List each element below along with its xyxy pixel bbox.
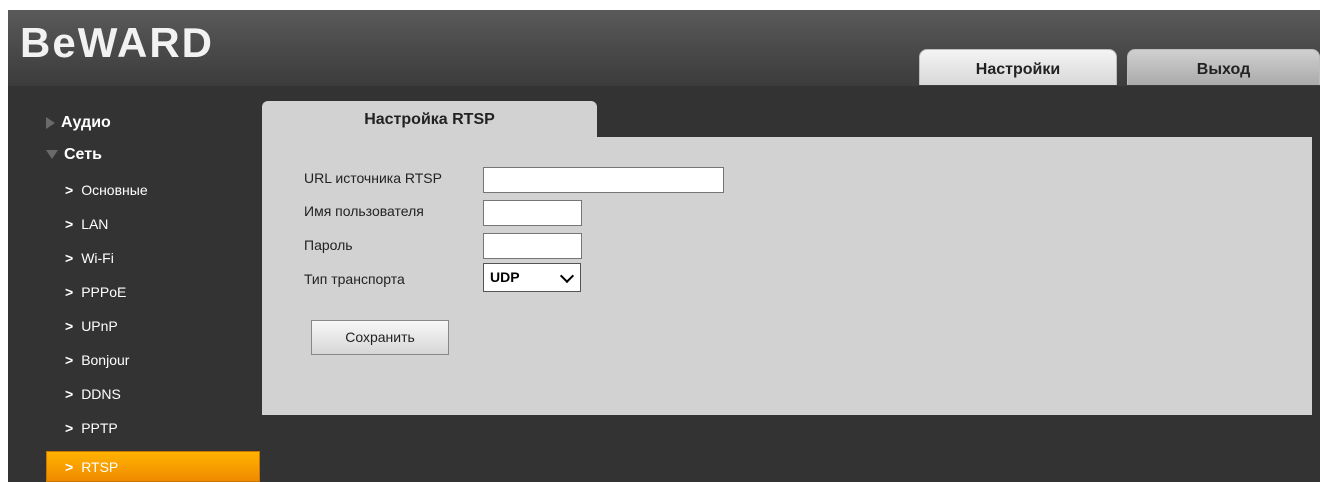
chevron-right-icon: > xyxy=(65,352,74,368)
tab-rtsp-settings[interactable]: Настройка RTSP xyxy=(262,101,597,137)
sidebar-item-lan[interactable]: > LAN xyxy=(65,216,108,232)
sidebar-item-label: LAN xyxy=(81,216,109,232)
sidebar-item-label: Основные xyxy=(81,182,148,198)
chevron-right-icon: > xyxy=(65,284,74,300)
sidebar-item-label: PPTP xyxy=(81,420,118,436)
chevron-right-icon: > xyxy=(65,182,74,198)
chevron-right-icon: > xyxy=(65,386,74,402)
transport-select[interactable]: UDP xyxy=(483,263,581,292)
collapsed-triangle-icon xyxy=(46,116,55,129)
transport-label: Тип транспорта xyxy=(304,271,405,287)
password-input[interactable] xyxy=(483,233,582,259)
beward-logo: BeWARD xyxy=(20,19,215,66)
sidebar-item-label: Bonjour xyxy=(81,352,130,368)
rtsp-url-input[interactable] xyxy=(483,167,724,193)
password-label: Пароль xyxy=(304,237,353,253)
sidebar-item-label: UPnP xyxy=(81,318,118,334)
sidebar-item-bonjour[interactable]: > Bonjour xyxy=(65,352,129,368)
tab-settings[interactable]: Настройки xyxy=(919,49,1117,85)
sidebar-item-pptp[interactable]: > PPTP xyxy=(65,420,118,436)
transport-select-value: UDP xyxy=(490,269,520,285)
sidebar-section-network[interactable]: Сеть xyxy=(46,146,102,164)
sidebar-item-pppoe[interactable]: > PPPoE xyxy=(65,284,126,300)
sidebar-item-upnp[interactable]: > UPnP xyxy=(65,318,118,334)
url-label: URL источника RTSP xyxy=(304,170,442,186)
tab-logout[interactable]: Выход xyxy=(1127,49,1320,85)
sidebar: Аудио Сеть > Основные > LAN > Wi-Fi > PPPoE … xyxy=(8,86,262,482)
username-label: Имя пользователя xyxy=(304,203,424,219)
sidebar-item-label: RTSP xyxy=(81,459,119,475)
sidebar-item-ddns[interactable]: > DDNS xyxy=(65,386,121,402)
sidebar-section-audio[interactable]: Аудио xyxy=(46,114,111,132)
sidebar-item-wifi[interactable]: > Wi-Fi xyxy=(65,250,114,266)
app-window: BeWARD Настройки Выход Аудио Сеть > Основ… xyxy=(8,10,1320,482)
chevron-right-icon: > xyxy=(65,250,74,266)
sidebar-item-rtsp[interactable]: > RTSP xyxy=(46,451,260,482)
expanded-triangle-icon xyxy=(46,150,58,160)
sidebar-item-label: Wi-Fi xyxy=(81,250,114,266)
chevron-right-icon: > xyxy=(65,216,74,232)
username-input[interactable] xyxy=(483,200,582,226)
chevron-down-icon xyxy=(559,268,575,284)
chevron-right-icon: > xyxy=(65,318,74,334)
settings-panel: URL источника RTSP Имя пользователя Паро… xyxy=(262,137,1312,415)
sidebar-item-label: PPPoE xyxy=(81,284,127,300)
chevron-right-icon: > xyxy=(65,420,74,436)
header-bar: BeWARD Настройки Выход xyxy=(8,10,1320,86)
sidebar-item-label: DDNS xyxy=(81,386,121,402)
sidebar-item-basic[interactable]: > Основные xyxy=(65,182,148,198)
sidebar-section-label: Аудио xyxy=(61,114,111,131)
sidebar-section-label: Сеть xyxy=(64,146,102,163)
save-button[interactable]: Сохранить xyxy=(311,320,449,355)
chevron-right-icon: > xyxy=(65,459,74,475)
